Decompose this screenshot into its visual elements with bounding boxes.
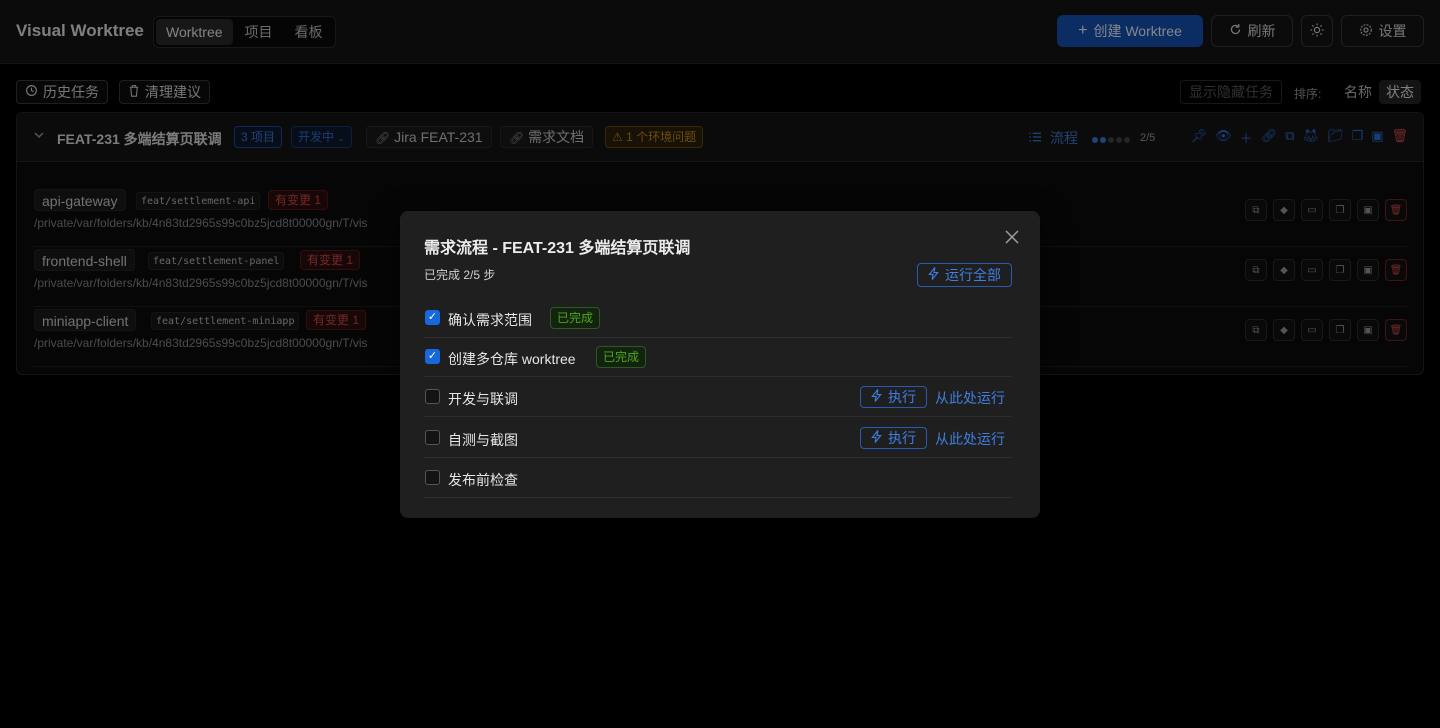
flow-step: 发布前检查 <box>424 458 1012 498</box>
step-done-badge: 已完成 <box>596 346 647 368</box>
step-label: 创建多仓库 worktree <box>448 351 576 367</box>
modal-progress: 已完成 2/5 步 <box>424 268 496 282</box>
execute-step-button[interactable]: 执行 <box>860 427 927 449</box>
flow-step: ✓ 创建多仓库 worktree 已完成 <box>424 337 1012 377</box>
lightning-icon <box>871 389 882 405</box>
step-checkbox[interactable] <box>425 470 440 485</box>
step-checkbox[interactable] <box>425 430 440 445</box>
flow-modal: 需求流程 - FEAT-231 多端结算页联调 已完成 2/5 步 运行全部 ✓… <box>400 211 1040 518</box>
close-icon[interactable] <box>1004 230 1020 246</box>
step-checkbox[interactable] <box>425 389 440 404</box>
flow-step: ✓ 确认需求范围 已完成 <box>424 298 1012 338</box>
run-from-here-link[interactable]: 从此处运行 <box>935 388 1005 408</box>
modal-title: 需求流程 - FEAT-231 多端结算页联调 <box>424 240 691 257</box>
run-from-here-link[interactable]: 从此处运行 <box>935 429 1005 449</box>
step-label: 发布前检查 <box>448 472 518 488</box>
execute-step-button[interactable]: 执行 <box>860 386 927 408</box>
lightning-icon <box>928 267 939 283</box>
step-label: 开发与联调 <box>448 391 518 407</box>
run-all-button[interactable]: 运行全部 <box>917 263 1012 287</box>
step-checkbox[interactable]: ✓ <box>425 349 440 364</box>
execute-label: 执行 <box>888 389 916 405</box>
flow-step: 自测与截图 执行 从此处运行 <box>424 418 1012 458</box>
run-all-label: 运行全部 <box>945 267 1001 283</box>
step-checkbox[interactable]: ✓ <box>425 310 440 325</box>
step-label: 确认需求范围 <box>448 312 532 328</box>
flow-step: 开发与联调 执行 从此处运行 <box>424 377 1012 417</box>
lightning-icon <box>871 430 882 446</box>
execute-label: 执行 <box>888 430 916 446</box>
step-label: 自测与截图 <box>448 432 518 448</box>
step-done-badge: 已完成 <box>550 307 601 329</box>
